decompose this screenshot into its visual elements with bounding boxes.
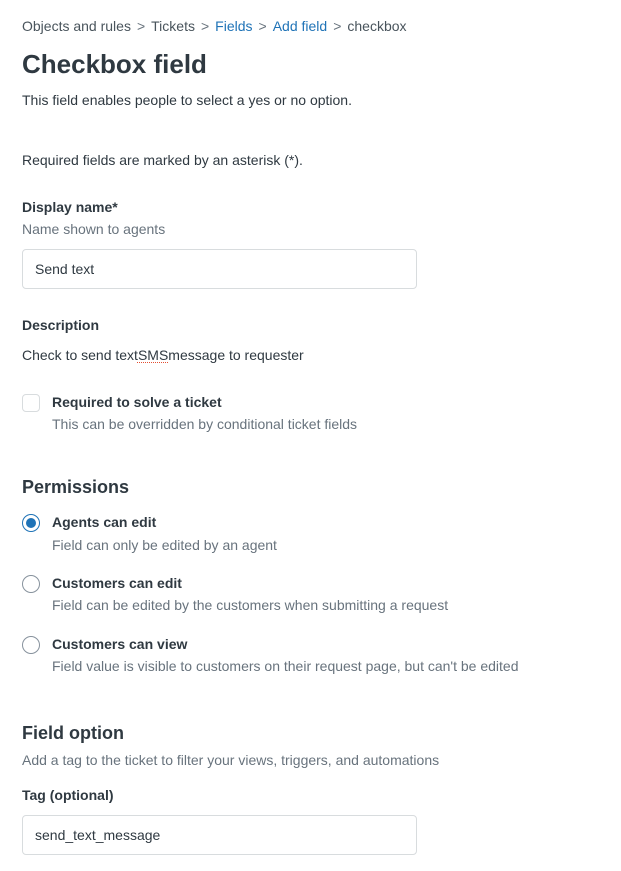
permission-option-desc: Field can be edited by the customers whe… <box>52 595 448 615</box>
permission-option-desc: Field can only be edited by an agent <box>52 535 277 555</box>
chevron-right-icon: > <box>259 16 267 36</box>
required-note: Required fields are marked by an asteris… <box>22 150 599 170</box>
permission-agents-edit[interactable]: Agents can edit Field can only be edited… <box>22 512 599 555</box>
field-option-sub: Add a tag to the ticket to filter your v… <box>22 750 599 770</box>
radio-agents-edit[interactable] <box>22 514 40 532</box>
permission-option-desc: Field value is visible to customers on t… <box>52 656 519 676</box>
description-text-sms: SMS <box>138 345 168 365</box>
breadcrumb-add-field[interactable]: Add field <box>273 16 327 36</box>
chevron-right-icon: > <box>333 16 341 36</box>
breadcrumb: Objects and rules > Tickets > Fields > A… <box>22 16 599 36</box>
radio-customers-view[interactable] <box>22 636 40 654</box>
page-title: Checkbox field <box>22 46 599 84</box>
display-name-label: Display name* <box>22 197 599 217</box>
required-solve-title: Required to solve a ticket <box>52 392 357 412</box>
breadcrumb-objects[interactable]: Objects and rules <box>22 16 131 36</box>
permission-option-title: Agents can edit <box>52 512 277 532</box>
breadcrumb-tickets[interactable]: Tickets <box>151 16 195 36</box>
permission-customers-edit[interactable]: Customers can edit Field can be edited b… <box>22 573 599 616</box>
description-text-pre: Check to send text <box>22 345 138 365</box>
permission-option-title: Customers can view <box>52 634 519 654</box>
field-option-title: Field option <box>22 720 599 746</box>
description-text-post: message to requester <box>168 345 303 365</box>
tag-input[interactable] <box>22 815 417 855</box>
chevron-right-icon: > <box>137 16 145 36</box>
required-solve-row: Required to solve a ticket This can be o… <box>22 392 599 435</box>
breadcrumb-checkbox: checkbox <box>347 16 406 36</box>
permissions-title: Permissions <box>22 474 599 500</box>
description-label: Description <box>22 315 599 335</box>
required-solve-checkbox[interactable] <box>22 394 40 412</box>
radio-customers-edit[interactable] <box>22 575 40 593</box>
display-name-input[interactable] <box>22 249 417 289</box>
page-subtitle: This field enables people to select a ye… <box>22 90 599 110</box>
description-input[interactable]: Check to send text SMS message to reques… <box>22 345 599 365</box>
tag-label: Tag (optional) <box>22 785 599 805</box>
permission-customers-view[interactable]: Customers can view Field value is visibl… <box>22 634 599 677</box>
display-name-field: Display name* Name shown to agents <box>22 197 599 290</box>
required-solve-desc: This can be overridden by conditional ti… <box>52 414 357 434</box>
permission-option-title: Customers can edit <box>52 573 448 593</box>
breadcrumb-fields[interactable]: Fields <box>215 16 252 36</box>
display-name-help: Name shown to agents <box>22 219 599 239</box>
description-field: Description Check to send text SMS messa… <box>22 315 599 366</box>
chevron-right-icon: > <box>201 16 209 36</box>
